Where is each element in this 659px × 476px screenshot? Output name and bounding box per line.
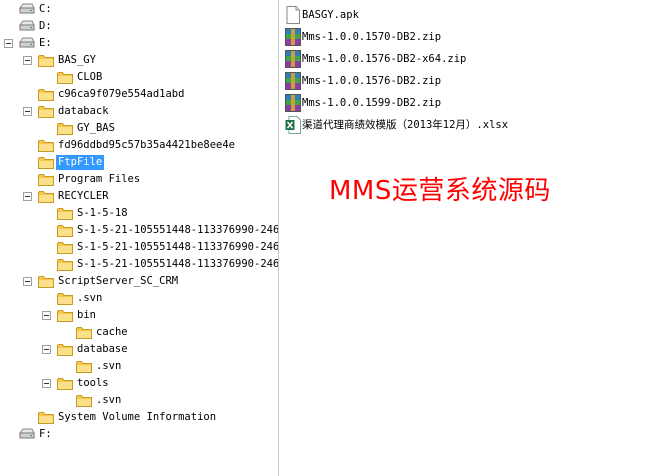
- file-name: Mms-1.0.0.1570-DB2.zip: [302, 31, 442, 43]
- winrar-archive-icon: [285, 72, 301, 90]
- tree-item-label: cache: [96, 326, 128, 338]
- tree-item-label: databack: [58, 105, 109, 117]
- tree-item-label: Program Files: [58, 173, 141, 185]
- file-name: Mms-1.0.0.1576-DB2.zip: [302, 75, 442, 87]
- pane-splitter[interactable]: [278, 0, 279, 476]
- excel-file-icon: [285, 116, 301, 134]
- folder-icon: [57, 71, 73, 84]
- folder-icon: [38, 275, 54, 288]
- folder-icon: [38, 411, 54, 424]
- file-item[interactable]: 渠道代理商绩效模版（2013年12月）.xlsx: [280, 115, 659, 135]
- folder-icon: [38, 88, 54, 101]
- tree-item-label: S-1-5-21-105551448-113376990-246637: [77, 241, 278, 253]
- winrar-archive-icon: [285, 28, 301, 46]
- tree-item-label: S-1-5-18: [77, 207, 128, 219]
- file-name: Mms-1.0.0.1576-DB2-x64.zip: [302, 53, 467, 65]
- folder-icon: [38, 190, 54, 203]
- file-name: 渠道代理商绩效模版（2013年12月）.xlsx: [302, 119, 509, 131]
- tree-item-label: E:: [39, 37, 52, 49]
- apk-file-icon: [285, 6, 301, 24]
- drive-icon: [19, 20, 35, 32]
- drive-icon: [19, 428, 35, 440]
- winrar-archive-icon: [285, 50, 301, 68]
- folder-icon: [38, 105, 54, 118]
- folder-icon: [57, 377, 73, 390]
- tree-item-label: CLOB: [77, 71, 103, 83]
- tree-item-label: fd96ddbd95c57b35a4421be8ee4e: [58, 139, 236, 151]
- drive-icon: [19, 3, 35, 15]
- tree-item-label: ScriptServer_SC_CRM: [58, 275, 179, 287]
- file-item[interactable]: Mms-1.0.0.1599-DB2.zip: [280, 93, 659, 113]
- file-item[interactable]: Mms-1.0.0.1576-DB2.zip: [280, 71, 659, 91]
- file-name: Mms-1.0.0.1599-DB2.zip: [302, 97, 442, 109]
- collapse-toggle-icon[interactable]: [23, 277, 32, 286]
- folder-icon: [76, 360, 92, 373]
- folder-icon: [57, 258, 73, 271]
- file-item[interactable]: BASGY.apk: [280, 5, 659, 25]
- tree-item-label: FtpFile: [56, 155, 105, 170]
- folder-tree-pane[interactable]: C: D: E: BAS_GY CLOB c96ca9f079e554ad1ab…: [0, 0, 278, 476]
- folder-icon: [57, 207, 73, 220]
- tree-item-label: S-1-5-21-105551448-113376990-246637: [77, 224, 278, 236]
- file-item[interactable]: Mms-1.0.0.1570-DB2.zip: [280, 27, 659, 47]
- tree-item-label: S-1-5-21-105551448-113376990-246637: [77, 258, 278, 270]
- tree-item-label: .svn: [77, 292, 103, 304]
- folder-icon: [38, 139, 54, 152]
- collapse-toggle-icon[interactable]: [4, 39, 13, 48]
- tree-item-label: F:: [39, 428, 52, 440]
- folder-icon: [57, 224, 73, 237]
- folder-icon: [38, 54, 54, 67]
- tree-item-label: C:: [39, 3, 52, 15]
- tree-item-label: RECYCLER: [58, 190, 109, 202]
- folder-icon: [57, 343, 73, 356]
- file-item[interactable]: Mms-1.0.0.1576-DB2-x64.zip: [280, 49, 659, 69]
- tree-item-label: .svn: [96, 394, 122, 406]
- folder-open-icon: [38, 156, 54, 169]
- tree-item-label: BAS_GY: [58, 54, 96, 66]
- folder-icon: [57, 241, 73, 254]
- winrar-archive-icon: [285, 94, 301, 112]
- folder-icon: [38, 173, 54, 186]
- folder-icon: [57, 292, 73, 305]
- tree-item-label: c96ca9f079e554ad1abd: [58, 88, 185, 100]
- collapse-toggle-icon[interactable]: [42, 311, 51, 320]
- folder-icon: [57, 309, 73, 322]
- tree-item-label: GY_BAS: [77, 122, 115, 134]
- collapse-toggle-icon[interactable]: [42, 345, 51, 354]
- collapse-toggle-icon[interactable]: [23, 56, 32, 65]
- overlay-caption: MMS运营系统源码: [329, 176, 551, 206]
- tree-item-label: D:: [39, 20, 52, 32]
- collapse-toggle-icon[interactable]: [23, 192, 32, 201]
- tree-item-label: tools: [77, 377, 109, 389]
- folder-icon: [57, 122, 73, 135]
- collapse-toggle-icon[interactable]: [42, 379, 51, 388]
- folder-icon: [76, 326, 92, 339]
- tree-item-label: .svn: [96, 360, 122, 372]
- drive-icon: [19, 37, 35, 49]
- folder-icon: [76, 394, 92, 407]
- file-name: BASGY.apk: [302, 9, 359, 21]
- collapse-toggle-icon[interactable]: [23, 107, 32, 116]
- tree-item-label: System Volume Information: [58, 411, 217, 423]
- tree-item-label: bin: [77, 309, 96, 321]
- file-list-pane[interactable]: BASGY.apk Mms-1.0.0.1570-DB2.zip Mms-1.0…: [280, 0, 659, 476]
- tree-item-label: database: [77, 343, 128, 355]
